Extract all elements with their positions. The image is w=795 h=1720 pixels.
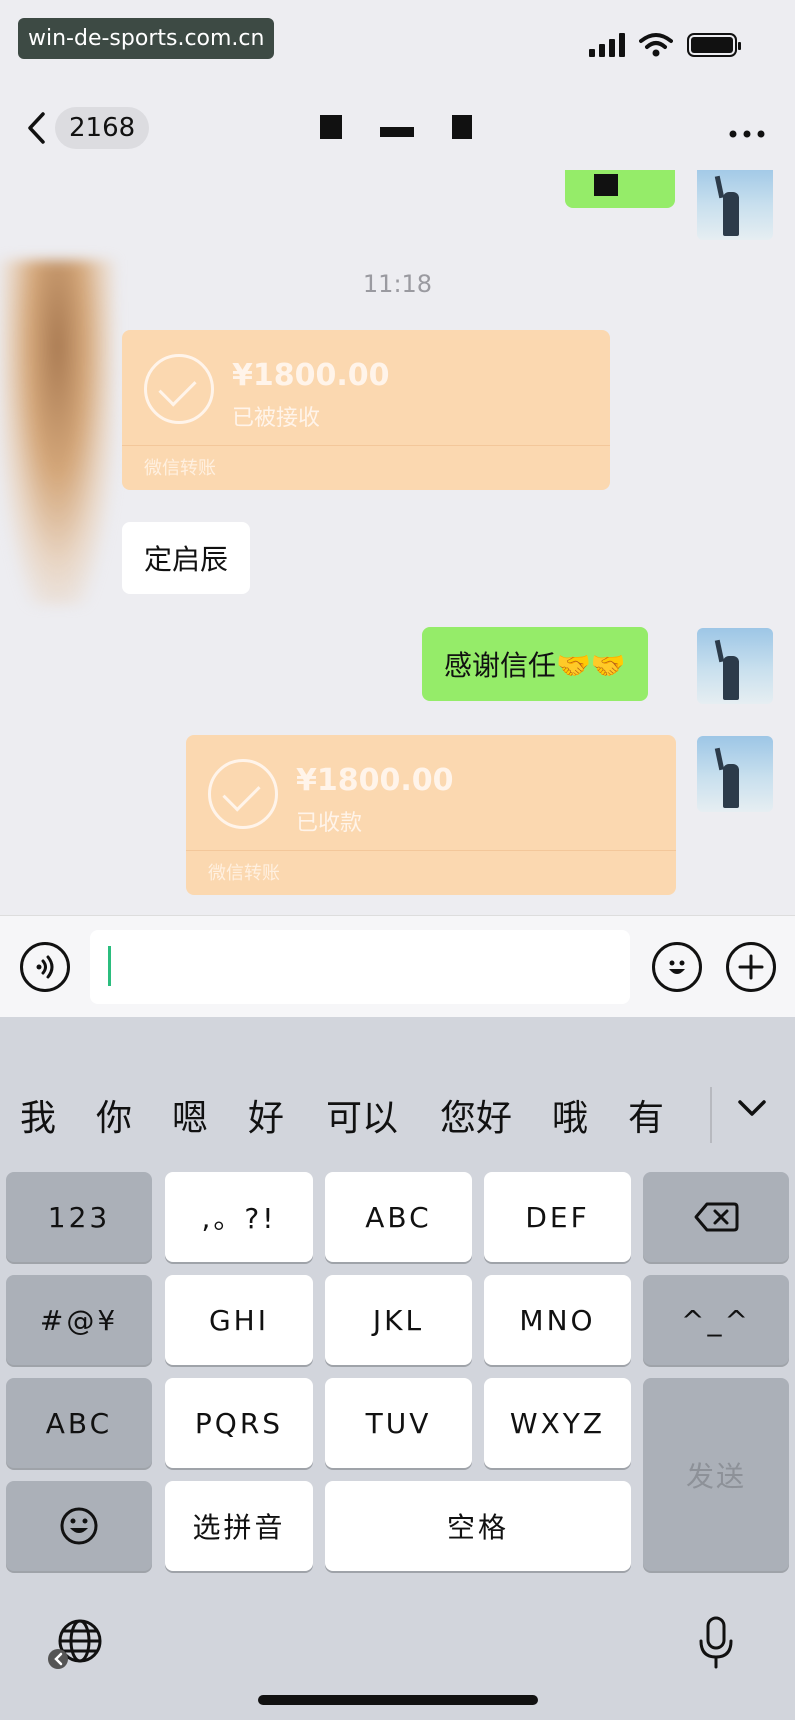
transfer-amount: ¥1800.00 bbox=[232, 358, 390, 393]
message-input[interactable] bbox=[90, 930, 630, 1004]
transfer-source: 微信转账 bbox=[208, 863, 280, 884]
key-123[interactable]: 123 bbox=[6, 1172, 152, 1262]
key-def[interactable]: DEF bbox=[484, 1172, 631, 1262]
redacted-text bbox=[594, 174, 618, 196]
backspace-icon bbox=[694, 1202, 739, 1232]
key-abc-switch[interactable]: ABC bbox=[6, 1378, 152, 1468]
home-indicator[interactable] bbox=[258, 1695, 538, 1705]
expand-candidates-button[interactable] bbox=[737, 1091, 767, 1124]
plus-icon bbox=[738, 954, 764, 980]
key-jkl[interactable]: JKL bbox=[325, 1275, 472, 1365]
check-circle-icon bbox=[208, 759, 278, 829]
smiley-icon bbox=[669, 960, 685, 974]
chat-header: 2168 bbox=[0, 95, 795, 170]
chat-title-redacted bbox=[320, 115, 472, 139]
key-emoji[interactable] bbox=[6, 1481, 152, 1571]
transfer-amount: ¥1800.00 bbox=[296, 763, 454, 798]
message-bubble-outgoing[interactable] bbox=[565, 170, 675, 208]
send-button[interactable]: 发送 bbox=[643, 1378, 789, 1571]
text-caret bbox=[108, 946, 111, 986]
candidate-word[interactable]: 可以 bbox=[326, 1089, 398, 1141]
message-input-bar bbox=[0, 915, 795, 1017]
avatar-self[interactable] bbox=[697, 628, 773, 704]
chevron-left-icon bbox=[28, 112, 45, 144]
avatar-self[interactable] bbox=[697, 170, 773, 240]
key-ghi[interactable]: GHI bbox=[165, 1275, 313, 1365]
key-symbols[interactable]: #@¥ bbox=[6, 1275, 152, 1365]
transfer-status: 已收款 bbox=[296, 811, 363, 836]
key-abc[interactable]: ABC bbox=[325, 1172, 472, 1262]
status-icons bbox=[589, 32, 741, 58]
message-bubble-outgoing[interactable]: 感谢信任🤝🤝 bbox=[422, 627, 648, 701]
key-select-pinyin[interactable]: 选拼音 bbox=[165, 1481, 313, 1571]
key-punctuation[interactable]: ,。?! bbox=[165, 1172, 313, 1262]
check-circle-icon bbox=[144, 354, 214, 424]
candidate-word[interactable]: 有 bbox=[628, 1089, 664, 1141]
message-bubble-incoming[interactable]: 定启辰 bbox=[122, 522, 251, 594]
transfer-status: 已被接收 bbox=[232, 406, 321, 431]
more-dots-icon bbox=[729, 130, 765, 138]
time-separator: 11:18 bbox=[362, 270, 433, 298]
transfer-card-incoming[interactable]: ¥1800.00 已被接收 微信转账 bbox=[122, 330, 610, 490]
chevron-down-icon bbox=[738, 1100, 766, 1116]
key-backspace[interactable] bbox=[643, 1172, 789, 1262]
globe-icon[interactable] bbox=[48, 1617, 104, 1677]
chat-messages[interactable]: 11:18 ¥1800.00 已被接收 微信转账 定启辰 感谢信任🤝🤝 ¥180… bbox=[0, 170, 795, 915]
transfer-source: 微信转账 bbox=[144, 458, 216, 479]
key-mno[interactable]: MNO bbox=[484, 1275, 631, 1365]
candidate-word[interactable]: 你 bbox=[96, 1089, 132, 1141]
candidate-word[interactable]: 我 bbox=[20, 1089, 56, 1141]
key-space[interactable]: 空格 bbox=[325, 1481, 631, 1571]
smiley-icon bbox=[60, 1507, 98, 1545]
add-attachment-button[interactable] bbox=[726, 942, 776, 992]
more-options-button[interactable] bbox=[729, 107, 765, 147]
avatar-contact[interactable] bbox=[0, 260, 115, 605]
wifi-icon bbox=[639, 33, 673, 57]
candidate-word[interactable]: 嗯 bbox=[172, 1089, 208, 1141]
battery-icon bbox=[687, 33, 741, 57]
candidate-word[interactable]: 好 bbox=[248, 1089, 284, 1141]
avatar-self[interactable] bbox=[697, 736, 773, 812]
emoji-button[interactable] bbox=[652, 942, 702, 992]
key-emoticon[interactable]: ^_^ bbox=[643, 1275, 789, 1365]
candidate-bar: 我 你 嗯 好 可以 您好 哦 有 bbox=[0, 1077, 795, 1157]
keyboard: 我 你 嗯 好 可以 您好 哦 有 123 ,。?! ABC DEF #@¥ G… bbox=[0, 1017, 795, 1720]
candidate-divider bbox=[710, 1087, 712, 1143]
voice-icon bbox=[36, 955, 54, 979]
microphone-icon[interactable] bbox=[696, 1615, 736, 1675]
key-pqrs[interactable]: PQRS bbox=[165, 1378, 313, 1468]
candidate-word[interactable]: 您好 bbox=[440, 1089, 512, 1141]
transfer-card-outgoing[interactable]: ¥1800.00 已收款 微信转账 bbox=[186, 735, 676, 895]
cellular-signal-icon bbox=[589, 33, 625, 57]
unread-count-badge: 2168 bbox=[55, 107, 150, 149]
key-wxyz[interactable]: WXYZ bbox=[484, 1378, 631, 1468]
candidate-word[interactable]: 哦 bbox=[552, 1089, 588, 1141]
voice-input-button[interactable] bbox=[20, 942, 70, 992]
watermark: win-de-sports.com.cn bbox=[18, 18, 275, 59]
back-button[interactable]: 2168 bbox=[25, 107, 150, 149]
key-tuv[interactable]: TUV bbox=[325, 1378, 472, 1468]
